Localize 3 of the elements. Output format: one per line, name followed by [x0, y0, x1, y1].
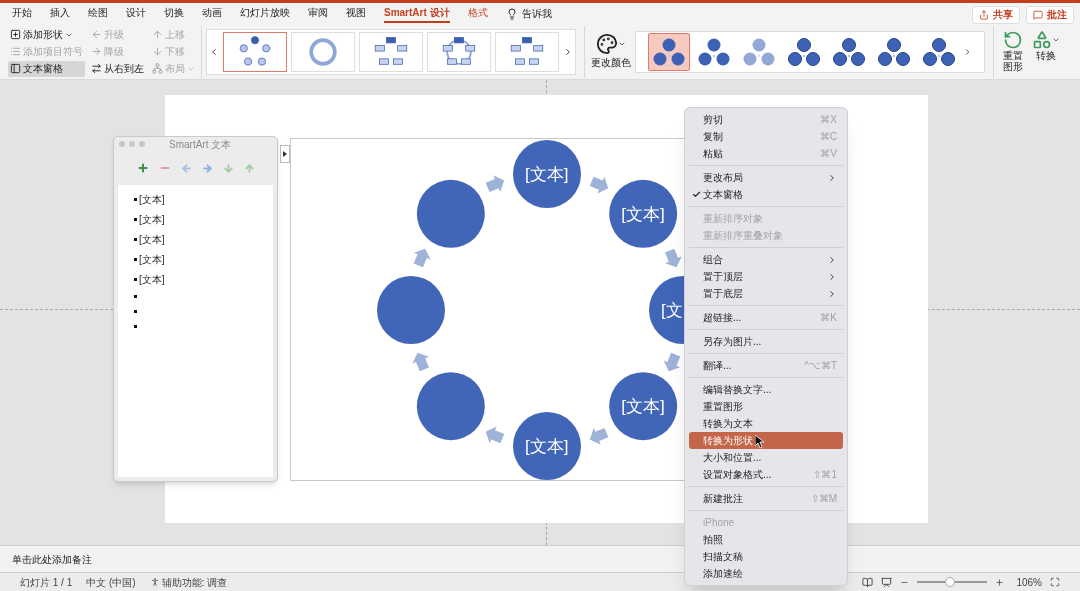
slide-counter: 幻灯片 1 / 1	[20, 575, 73, 590]
window-title: SmartArt 文本	[169, 137, 232, 152]
menu-section-header: iPhone	[702, 516, 736, 530]
